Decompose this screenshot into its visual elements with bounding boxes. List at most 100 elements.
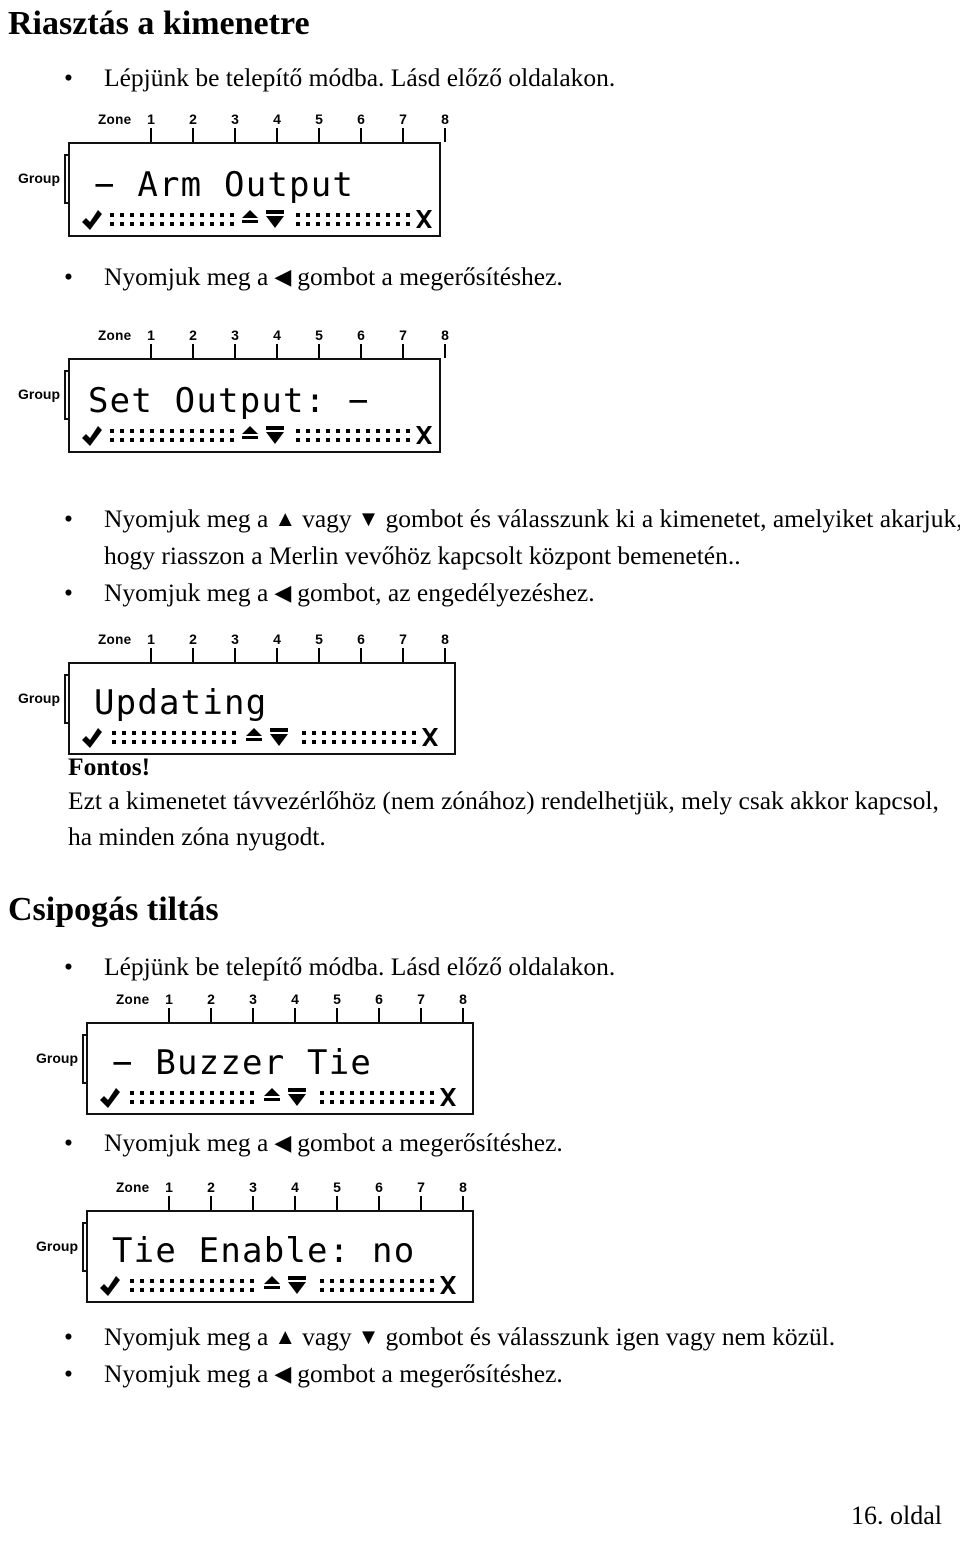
svg-text:− Buzzer Tie: − Buzzer Tie [112, 1043, 372, 1083]
lcd-screen-frame: Set Output: − [68, 358, 441, 453]
zone-tick-3 [234, 128, 236, 142]
list-item: • Nyomjuk meg a ◀ gombot a megerősítéshez. [58, 1124, 938, 1161]
zone-number-1: 1 [165, 1179, 173, 1195]
zone-number-1: 1 [165, 991, 173, 1007]
lcd-screen-content: − Buzzer Tie [88, 1024, 472, 1113]
lcd-display-tie-enable: Zone 1 2 3 4 5 6 7 8 Group Tie Enable: n… [36, 1180, 481, 1310]
list-item: • Nyomjuk meg a ◀ gombot a megerősítéshez. [58, 258, 938, 295]
zone-number-7: 7 [399, 111, 407, 127]
zone-tick-6 [378, 1008, 380, 1022]
list-item: • Nyomjuk meg a ▲ vagy ▼ gombot és válasszunk… [58, 1318, 938, 1355]
zone-number-2: 2 [207, 991, 215, 1007]
bullet-text-pre: Nyomjuk meg a [104, 1322, 269, 1351]
bullet-text-pre: Nyomjuk meg a [104, 262, 269, 291]
lcd-display-buzzer-tie: Zone 1 2 3 4 5 6 7 8 Group − Buzzer Tie [36, 992, 481, 1122]
zone-number-6: 6 [357, 327, 365, 343]
zone-tick-1 [168, 1196, 170, 1210]
zone-scale: Zone 1 2 3 4 5 6 7 8 [36, 1180, 481, 1210]
svg-text:Updating: Updating [94, 683, 267, 723]
bullet-list-4: • Lépjünk be telepítő módba. Lásd előző … [58, 948, 938, 985]
lcd-screen-content: Updating [70, 664, 454, 753]
list-item-continuation: hogy riasszon a Merlin vevőhöz kapcsolt … [58, 537, 938, 574]
zone-number-4: 4 [273, 631, 281, 647]
group-label: Group [36, 1050, 78, 1066]
zone-number-7: 7 [417, 1179, 425, 1195]
bullet-text-post: gombot és válasszunk igen vagy nem közül… [385, 1322, 836, 1351]
zone-number-4: 4 [291, 1179, 299, 1195]
bullet-dot-icon: • [64, 1359, 73, 1388]
zone-tick-7 [402, 128, 404, 142]
bullet-list-1: • Lépjünk be telepítő módba. Lásd előző … [58, 59, 938, 96]
bullet-dot-icon: • [64, 578, 73, 607]
zone-label: Zone [98, 112, 132, 127]
zone-tick-2 [192, 344, 194, 358]
lcd-display-set-output: Zone 1 2 3 4 5 6 7 8 Group Set Output: − [18, 327, 449, 458]
zone-number-3: 3 [249, 1179, 257, 1195]
list-item: • Nyomjuk meg a ▲ vagy ▼ gombot és válasszunk… [58, 500, 960, 537]
zone-scale: Zone 1 2 3 4 5 6 7 8 [18, 632, 463, 662]
list-item: • Nyomjuk meg a ◀ gombot, az engedélyezéshe… [58, 574, 938, 611]
zone-scale: Zone 1 2 3 4 5 6 7 8 [18, 327, 449, 358]
note-line-1: Ezt a kimenetet távvezérlőhöz (nem zónáh… [68, 786, 939, 815]
bullet-dot-icon: • [64, 262, 73, 291]
left-arrow-icon: ◀ [274, 264, 292, 289]
group-label: Group [18, 170, 60, 186]
list-item: • Lépjünk be telepítő módba. Lásd előző … [58, 948, 938, 985]
zone-number-5: 5 [315, 631, 323, 647]
zone-number-8: 8 [441, 631, 449, 647]
bullet-text-pre: Nyomjuk meg a [104, 504, 269, 533]
zone-number-2: 2 [189, 111, 197, 127]
zone-tick-6 [360, 648, 362, 662]
zone-tick-3 [252, 1196, 254, 1210]
zone-number-1: 1 [147, 327, 155, 343]
zone-tick-2 [210, 1196, 212, 1210]
zone-number-8: 8 [441, 111, 449, 127]
bullet-text-post: gombot a megerősítéshez. [297, 1359, 563, 1388]
zone-number-8: 8 [459, 991, 467, 1007]
left-arrow-icon: ◀ [274, 1130, 292, 1155]
group-label: Group [18, 386, 60, 402]
zone-number-5: 5 [315, 327, 323, 343]
zone-number-1: 1 [147, 631, 155, 647]
zone-tick-2 [192, 128, 194, 142]
zone-tick-7 [420, 1008, 422, 1022]
zone-tick-1 [150, 344, 152, 358]
bullet-text-mid: vagy [302, 504, 352, 533]
note-title: Fontos! [68, 752, 151, 781]
bullet-text-post: gombot és válasszunk ki a kimenetet, ame… [385, 504, 960, 533]
zone-scale: Zone 1 2 3 4 5 6 7 8 [18, 111, 449, 142]
zone-tick-8 [444, 648, 446, 662]
bullet-text-pre: Nyomjuk meg a [104, 1359, 269, 1388]
zone-tick-5 [336, 1008, 338, 1022]
up-arrow-icon: ▲ [274, 1324, 297, 1349]
zone-tick-7 [402, 648, 404, 662]
note-line-2: ha minden zóna nyugodt. [68, 822, 326, 851]
lcd-display-updating: Zone 1 2 3 4 5 6 7 8 Group Updating [18, 632, 463, 762]
zone-number-8: 8 [459, 1179, 467, 1195]
bullet-dot-icon: • [64, 1322, 73, 1351]
zone-number-3: 3 [231, 631, 239, 647]
zone-label: Zone [98, 328, 132, 343]
zone-tick-8 [444, 128, 446, 142]
zone-tick-6 [378, 1196, 380, 1210]
zone-tick-5 [318, 344, 320, 358]
zone-number-7: 7 [399, 327, 407, 343]
zone-tick-4 [276, 344, 278, 358]
lcd-screen-frame: Updating [68, 662, 456, 755]
page-title-buzzer-disable: Csipogás tiltás [8, 891, 219, 928]
svg-text:Tie Enable: no: Tie Enable: no [112, 1231, 415, 1271]
zone-tick-3 [234, 648, 236, 662]
list-item: • Nyomjuk meg a ◀ gombot a megerősítéshez. [58, 1355, 938, 1392]
zone-number-5: 5 [315, 111, 323, 127]
bullet-text-post: gombot a megerősítéshez. [297, 262, 563, 291]
lcd-screen-frame: Tie Enable: no [86, 1210, 474, 1303]
zone-number-2: 2 [189, 631, 197, 647]
down-arrow-icon: ▼ [357, 1324, 380, 1349]
zone-number-4: 4 [273, 327, 281, 343]
zone-number-3: 3 [249, 991, 257, 1007]
zone-number-6: 6 [375, 1179, 383, 1195]
bullet-dot-icon: • [64, 952, 73, 981]
zone-tick-6 [360, 128, 362, 142]
document-page: Riasztás a kimenetre • Lépjünk be telepí… [0, 0, 960, 1546]
zone-number-2: 2 [207, 1179, 215, 1195]
